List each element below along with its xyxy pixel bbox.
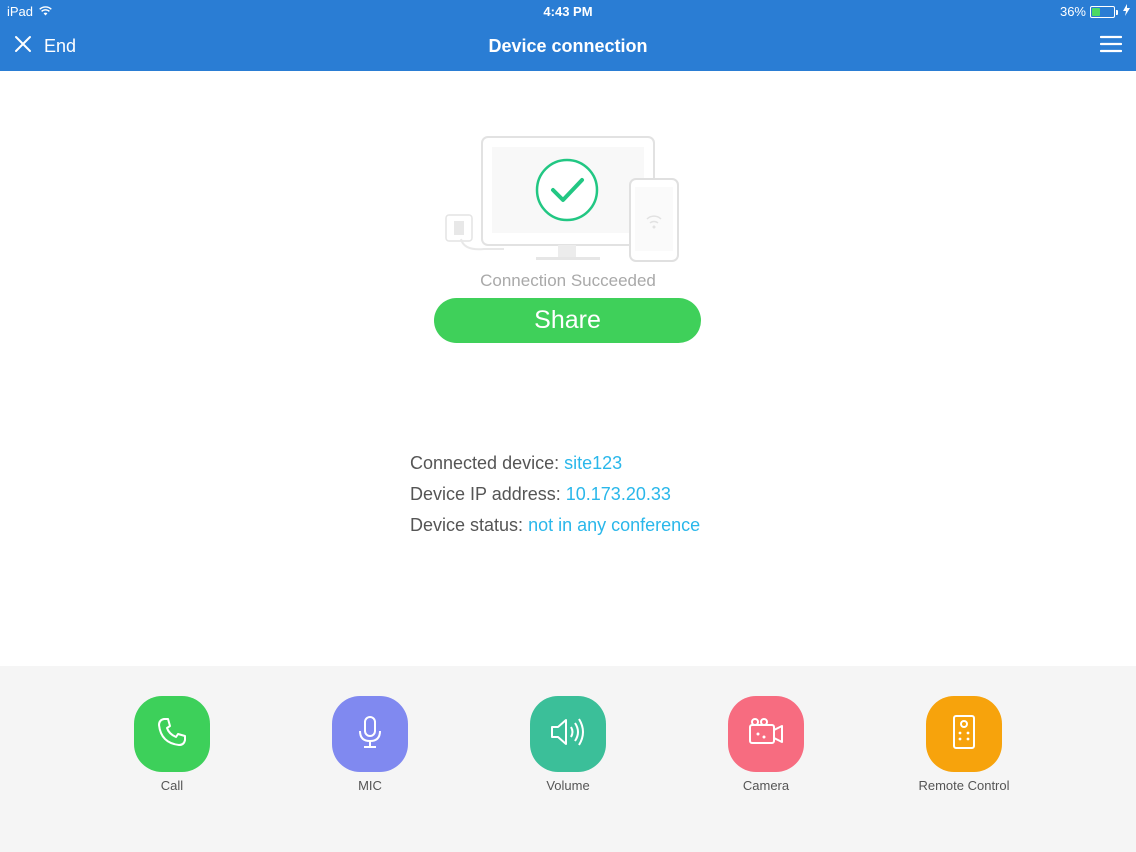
device-status-value: not in any conference bbox=[528, 515, 701, 535]
remote-control-icon bbox=[950, 714, 978, 755]
camera-button[interactable]: Camera bbox=[696, 696, 836, 793]
menu-button[interactable] bbox=[1099, 34, 1123, 59]
mic-label: MIC bbox=[358, 778, 382, 793]
connection-illustration bbox=[444, 133, 684, 268]
device-info: Connected device: site123 Device IP addr… bbox=[410, 452, 700, 545]
call-label: Call bbox=[160, 778, 184, 793]
phone-device-icon bbox=[629, 178, 679, 262]
mic-button[interactable]: MIC bbox=[300, 696, 440, 793]
connected-device-row: Connected device: site123 bbox=[410, 452, 700, 483]
volume-label: Volume bbox=[546, 778, 590, 793]
volume-icon-tile bbox=[530, 696, 606, 772]
battery-percent: 36% bbox=[1059, 4, 1086, 19]
volume-button[interactable]: Volume bbox=[498, 696, 638, 793]
remote-control-label: Remote Control bbox=[918, 778, 1010, 793]
mic-icon-tile bbox=[332, 696, 408, 772]
hamburger-icon bbox=[1099, 35, 1123, 58]
speaker-icon bbox=[549, 716, 587, 753]
device-status-row: Device status: not in any conference bbox=[410, 514, 700, 545]
connected-device-label: Connected device: bbox=[410, 453, 560, 473]
video-camera-icon bbox=[747, 717, 785, 752]
connected-device-value: site123 bbox=[564, 453, 623, 473]
device-ip-value: 10.173.20.33 bbox=[565, 484, 671, 504]
device-status-label: Device status: bbox=[410, 515, 524, 535]
top-bar: iPad 4:43 PM 36% End Device connection bbox=[0, 0, 1136, 71]
charging-bolt-icon bbox=[1123, 4, 1130, 19]
share-button[interactable]: Share bbox=[434, 298, 701, 343]
battery-icon bbox=[1090, 5, 1118, 18]
call-button[interactable]: Call bbox=[102, 696, 242, 793]
nav-bar: End Device connection bbox=[0, 24, 1136, 71]
page-title: Device connection bbox=[488, 36, 648, 56]
connection-status-text: Connection Succeeded bbox=[480, 271, 656, 290]
call-icon-tile bbox=[134, 696, 210, 772]
battery-level bbox=[1092, 7, 1100, 16]
phone-icon bbox=[155, 715, 189, 754]
device-ip-label: Device IP address: bbox=[410, 484, 561, 504]
remote-icon-tile bbox=[926, 696, 1002, 772]
camera-icon-tile bbox=[728, 696, 804, 772]
status-right: 36% bbox=[1060, 4, 1130, 19]
success-check-icon bbox=[535, 158, 599, 222]
device-ip-row: Device IP address: 10.173.20.33 bbox=[410, 483, 700, 514]
microphone-icon bbox=[353, 714, 387, 755]
camera-label: Camera bbox=[742, 778, 790, 793]
status-time: 4:43 PM bbox=[543, 4, 593, 19]
status-bar: iPad 4:43 PM 36% bbox=[0, 0, 1136, 24]
control-dock: Call MIC Volume Camera Remote Control bbox=[0, 666, 1136, 852]
remote-control-button[interactable]: Remote Control bbox=[894, 696, 1034, 793]
